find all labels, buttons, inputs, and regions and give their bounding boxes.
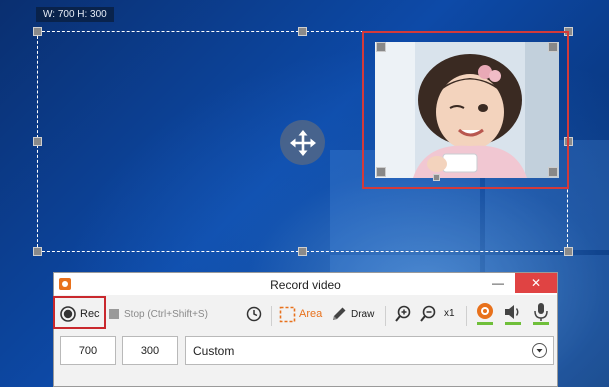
move-arrows-icon — [289, 129, 316, 156]
zoom-level: x1 — [444, 308, 455, 319]
size-controls: 700 300 Custom — [54, 332, 557, 386]
resize-handle-bottom[interactable] — [298, 247, 307, 256]
resize-handle-bottom-left[interactable] — [33, 247, 42, 256]
system-sound-button[interactable] — [502, 302, 524, 326]
timer-button[interactable] — [246, 304, 262, 324]
resize-handle-top[interactable] — [298, 27, 307, 36]
recorder-toolbar: Rec Stop (Ctrl+Shift+S) Area Draw x1 — [54, 296, 557, 332]
stop-button[interactable]: Stop (Ctrl+Shift+S) — [109, 304, 208, 324]
stop-label: Stop (Ctrl+Shift+S) — [124, 308, 208, 320]
toolbar-divider — [385, 306, 386, 326]
webcam-frame-handle[interactable] — [433, 174, 440, 181]
height-field[interactable]: 300 — [122, 336, 178, 365]
preset-select[interactable]: Custom — [185, 336, 554, 365]
minimize-button[interactable]: — — [484, 273, 512, 293]
webcam-resize-handle[interactable] — [548, 42, 558, 52]
record-video-panel: Record video — ✕ Rec Stop (Ctrl+Shift+S) — [53, 272, 558, 387]
pencil-icon — [333, 307, 346, 320]
width-field[interactable]: 700 — [60, 336, 116, 365]
preset-value: Custom — [193, 343, 235, 358]
area-select-icon — [279, 306, 296, 322]
window-title: Record video — [270, 278, 341, 292]
rec-button-highlight — [53, 296, 106, 329]
microphone-button[interactable] — [530, 302, 552, 326]
area-button[interactable]: Area — [279, 304, 322, 324]
title-bar[interactable]: Record video — ✕ — [54, 273, 557, 295]
zoom-in-button[interactable] — [394, 304, 412, 324]
close-button[interactable]: ✕ — [515, 273, 557, 293]
area-label: Area — [299, 308, 323, 320]
webcam-icon — [477, 303, 493, 325]
speaker-icon — [505, 305, 521, 325]
toolbar-divider — [466, 306, 467, 326]
webcam-preview-image — [375, 42, 559, 178]
selection-dimensions-label: W: 700 H: 300 — [36, 7, 114, 22]
clock-icon — [246, 306, 262, 322]
webcam-resize-handle[interactable] — [548, 167, 558, 177]
zoom-in-icon — [395, 305, 411, 322]
zoom-out-button[interactable] — [419, 304, 437, 324]
webcam-resize-handle[interactable] — [376, 42, 386, 52]
dropdown-arrow-icon[interactable] — [532, 343, 547, 358]
draw-button[interactable]: Draw — [330, 304, 374, 324]
zoom-out-icon — [420, 305, 436, 322]
stop-icon — [109, 309, 119, 319]
resize-handle-bottom-right[interactable] — [564, 247, 573, 256]
webcam-toggle-button[interactable] — [474, 302, 496, 326]
draw-label: Draw — [351, 308, 375, 320]
webcam-resize-handle[interactable] — [376, 167, 386, 177]
resize-handle-left[interactable] — [33, 137, 42, 146]
move-selection-button[interactable] — [280, 120, 325, 165]
toolbar-divider — [271, 306, 272, 326]
microphone-icon — [533, 303, 549, 325]
resize-handle-top-left[interactable] — [33, 27, 42, 36]
